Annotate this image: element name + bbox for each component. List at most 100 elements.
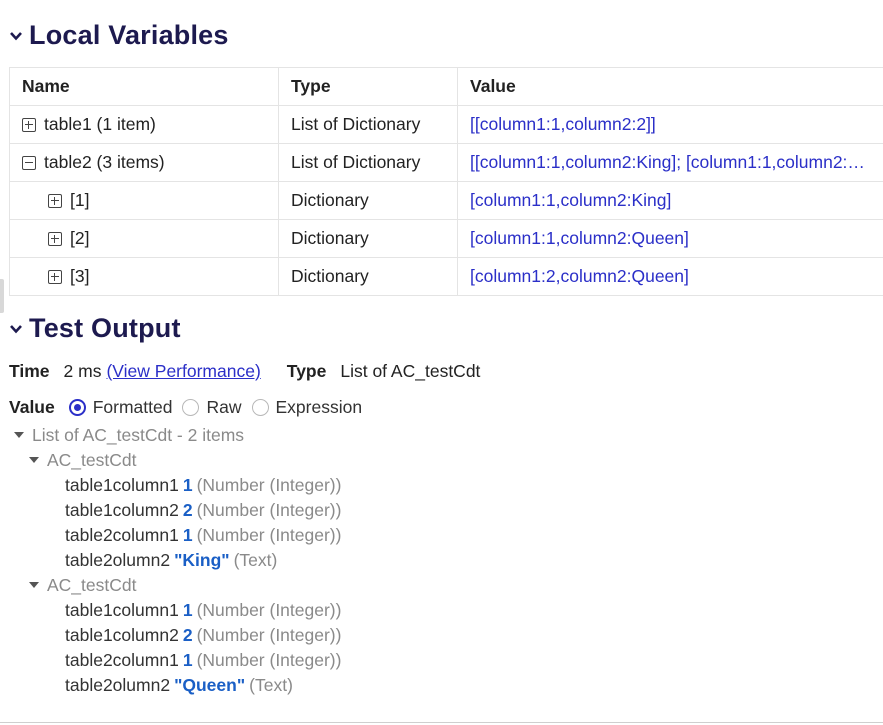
type-cell: Dictionary [278, 181, 458, 220]
tree-root[interactable]: List of AC_testCdt - 2 items [14, 423, 341, 448]
radio-label: Raw [206, 397, 242, 417]
table-row: [2] Dictionary [column1:1,column2:Queen] [9, 219, 883, 258]
field-name: table2olumn2 [65, 675, 171, 695]
value-cell: [column1:2,column2:Queen] [457, 257, 883, 296]
name-cell: [1] [9, 181, 279, 220]
value-cell: [column1:1,column2:King] [457, 181, 883, 220]
table-row: [3] Dictionary [column1:2,column2:Queen] [9, 257, 883, 296]
field-value: 2 [182, 625, 193, 645]
field-type-hint: (Number (Integer)) [196, 600, 342, 620]
collapse-minus-icon[interactable] [22, 156, 36, 170]
table-row: table2 (3 items) List of Dictionary [[co… [9, 143, 883, 182]
field-name: table2column1 [65, 650, 179, 670]
type-value: List of AC_testCdt [340, 361, 481, 381]
caret-down-icon[interactable] [14, 432, 24, 438]
value-cell: [column1:1,column2:Queen] [457, 219, 883, 258]
field-name: table1column1 [65, 600, 179, 620]
type-cell: List of Dictionary [278, 105, 458, 144]
column-header-name: Name [9, 67, 279, 106]
variable-name: [2] [70, 228, 90, 248]
tree-field: table2column1 1 (Number (Integer)) [14, 523, 341, 548]
column-header-value: Value [457, 67, 883, 106]
name-cell: table2 (3 items) [9, 143, 279, 182]
radio-icon[interactable] [68, 399, 86, 416]
field-value: 1 [182, 525, 193, 545]
field-name: table1column2 [65, 500, 179, 520]
test-output-header[interactable]: Test Output [9, 313, 181, 344]
expand-plus-icon[interactable] [48, 270, 62, 284]
field-type-hint: (Number (Integer)) [196, 525, 342, 545]
field-type-hint: (Text) [233, 550, 278, 570]
type-label: Type [286, 361, 327, 381]
panel-resize-grip[interactable] [0, 279, 4, 313]
field-type-hint: (Number (Integer)) [196, 625, 342, 645]
chevron-down-icon[interactable] [9, 29, 23, 43]
field-value: 1 [182, 650, 193, 670]
radio-icon[interactable] [182, 399, 200, 416]
variable-name: table1 (1 item) [44, 114, 156, 134]
field-value: 1 [182, 600, 193, 620]
field-name: table1column2 [65, 625, 179, 645]
radio-expression[interactable]: Expression [251, 397, 363, 418]
expand-plus-icon[interactable] [48, 232, 62, 246]
tree-field: table1column2 2 (Number (Integer)) [14, 498, 341, 523]
expand-plus-icon[interactable] [22, 118, 36, 132]
tree-item[interactable]: AC_testCdt [14, 448, 341, 473]
type-cell: Dictionary [278, 257, 458, 296]
time-label: Time [9, 361, 50, 381]
table-row: [1] Dictionary [column1:1,column2:King] [9, 181, 883, 220]
radio-raw[interactable]: Raw [182, 397, 242, 418]
local-variables-title: Local Variables [29, 20, 229, 50]
value-cell: [[column1:1,column2:2]] [457, 105, 883, 144]
field-type-hint: (Number (Integer)) [196, 650, 342, 670]
radio-label: Expression [275, 397, 363, 417]
field-name: table2olumn2 [65, 550, 171, 570]
field-value: 2 [182, 500, 193, 520]
field-name: table1column1 [65, 475, 179, 495]
tree-item-label: AC_testCdt [47, 450, 137, 470]
radio-icon[interactable] [251, 399, 269, 416]
test-output-meta: Time 2 ms (View Performance) Type List o… [9, 361, 480, 382]
name-cell: [3] [9, 257, 279, 296]
tree-root-label: List of AC_testCdt - 2 items [32, 425, 245, 445]
value-cell: [[column1:1,column2:King]; [column1:1,co… [457, 143, 883, 182]
tree-item-label: AC_testCdt [47, 575, 137, 595]
field-value: "Queen" [174, 675, 246, 695]
view-performance-link[interactable]: (View Performance) [106, 361, 260, 382]
type-cell: Dictionary [278, 219, 458, 258]
field-type-hint: (Text) [249, 675, 293, 695]
value-label: Value [9, 397, 55, 417]
type-cell: List of Dictionary [278, 143, 458, 182]
tree-field: table2olumn2 "Queen" (Text) [14, 673, 341, 698]
table-header-row: Name Type Value [9, 67, 883, 106]
chevron-down-icon[interactable] [9, 322, 23, 336]
tree-item[interactable]: AC_testCdt [14, 573, 341, 598]
tree-field: table2column1 1 (Number (Integer)) [14, 648, 341, 673]
caret-down-icon[interactable] [29, 582, 39, 588]
tree-field: table2olumn2 "King" (Text) [14, 548, 341, 573]
value-format-selector: Value Formatted Raw Expression [9, 397, 372, 418]
tree-field: table1column2 2 (Number (Integer)) [14, 623, 341, 648]
name-cell: table1 (1 item) [9, 105, 279, 144]
tree-field: table1column1 1 (Number (Integer)) [14, 598, 341, 623]
bottom-divider [0, 722, 883, 723]
variable-name: [3] [70, 266, 90, 286]
output-tree: List of AC_testCdt - 2 items AC_testCdt … [14, 423, 341, 698]
tree-field: table1column1 1 (Number (Integer)) [14, 473, 341, 498]
expand-plus-icon[interactable] [48, 194, 62, 208]
radio-formatted[interactable]: Formatted [68, 397, 173, 418]
field-type-hint: (Number (Integer)) [196, 475, 342, 495]
variable-name: table2 (3 items) [44, 152, 165, 172]
test-output-title: Test Output [29, 313, 181, 343]
local-variables-table: Name Type Value table1 (1 item) List of … [9, 67, 883, 296]
field-value: "King" [174, 550, 230, 570]
time-value: 2 ms [63, 361, 102, 381]
caret-down-icon[interactable] [29, 457, 39, 463]
variable-name: [1] [70, 190, 90, 210]
table-row: table1 (1 item) List of Dictionary [[col… [9, 105, 883, 144]
field-value: 1 [182, 475, 193, 495]
local-variables-header[interactable]: Local Variables [9, 20, 229, 51]
radio-label: Formatted [92, 397, 173, 417]
column-header-type: Type [278, 67, 458, 106]
name-cell: [2] [9, 219, 279, 258]
